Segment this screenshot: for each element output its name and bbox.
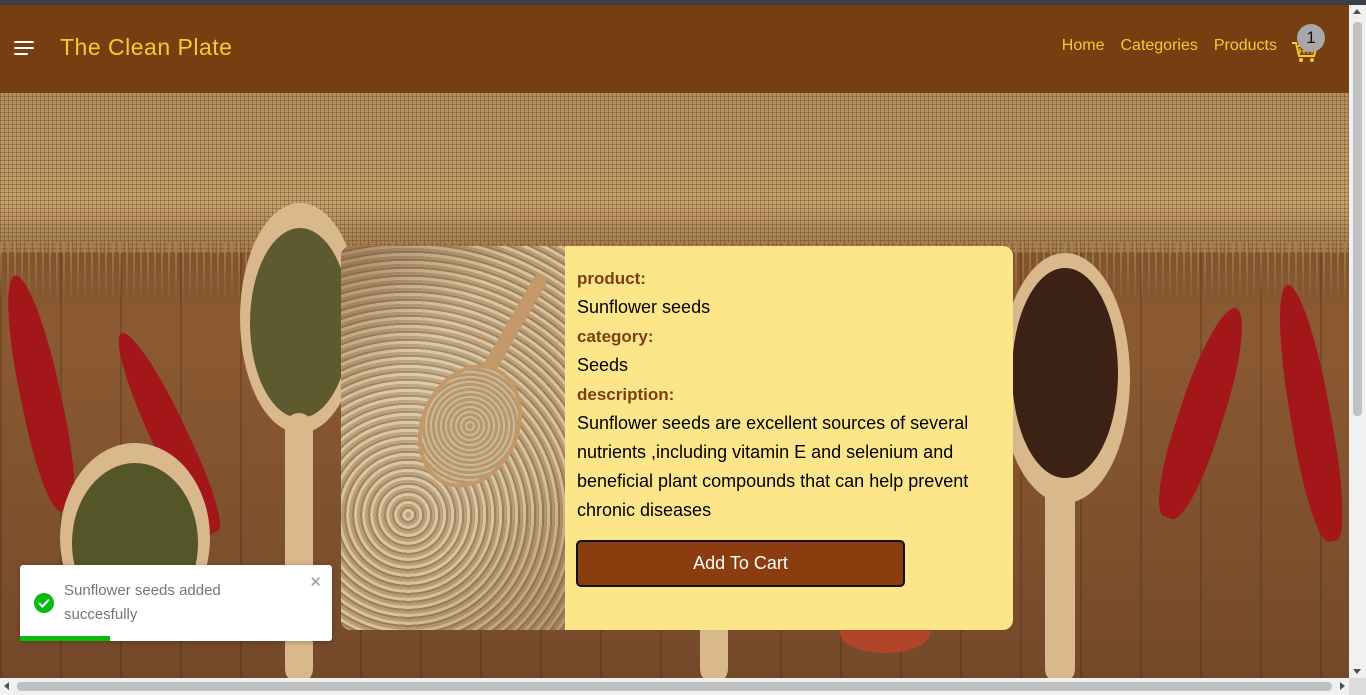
toast-progress-bar — [20, 636, 111, 641]
brand-title[interactable]: The Clean Plate — [60, 34, 232, 61]
navbar: The Clean Plate Home Categories Products… — [0, 5, 1349, 93]
product-image — [341, 246, 565, 630]
scroll-left-icon[interactable] — [4, 682, 9, 690]
vertical-scroll-thumb[interactable] — [1353, 22, 1362, 416]
scrollbar-corner — [1349, 678, 1366, 695]
product-label: product: — [577, 269, 646, 288]
hamburger-menu-icon[interactable] — [12, 38, 36, 58]
horizontal-scroll-thumb[interactable] — [17, 682, 1332, 691]
cart-count-badge: 1 — [1297, 24, 1325, 52]
horizontal-scrollbar[interactable] — [0, 678, 1349, 695]
nav-link-products[interactable]: Products — [1214, 37, 1277, 55]
close-icon[interactable]: ✕ — [309, 573, 322, 591]
description-label: description: — [577, 385, 675, 404]
nav-links: Home Categories Products — [1062, 37, 1277, 55]
scroll-down-icon[interactable] — [1353, 669, 1361, 674]
add-to-cart-button[interactable]: Add To Cart — [576, 540, 905, 587]
vertical-scrollbar[interactable] — [1349, 5, 1366, 678]
category-label: category: — [577, 327, 654, 346]
category-value: Seeds — [577, 355, 629, 375]
nav-link-home[interactable]: Home — [1062, 37, 1105, 55]
toast-notification: Sunflower seeds added succesfully ✕ — [20, 565, 332, 641]
toast-message: Sunflower seeds added succesfully — [64, 582, 221, 623]
product-details: product: Sunflower seeds category: Seeds… — [577, 264, 997, 525]
description-value: Sunflower seeds are excellent sources of… — [577, 413, 969, 520]
scroll-right-icon[interactable] — [1340, 682, 1345, 690]
product-card: product: Sunflower seeds category: Seeds… — [341, 246, 1013, 630]
success-check-icon — [34, 593, 54, 613]
product-name: Sunflower seeds — [577, 297, 711, 317]
scroll-up-icon[interactable] — [1353, 9, 1361, 14]
nav-link-categories[interactable]: Categories — [1120, 37, 1197, 55]
